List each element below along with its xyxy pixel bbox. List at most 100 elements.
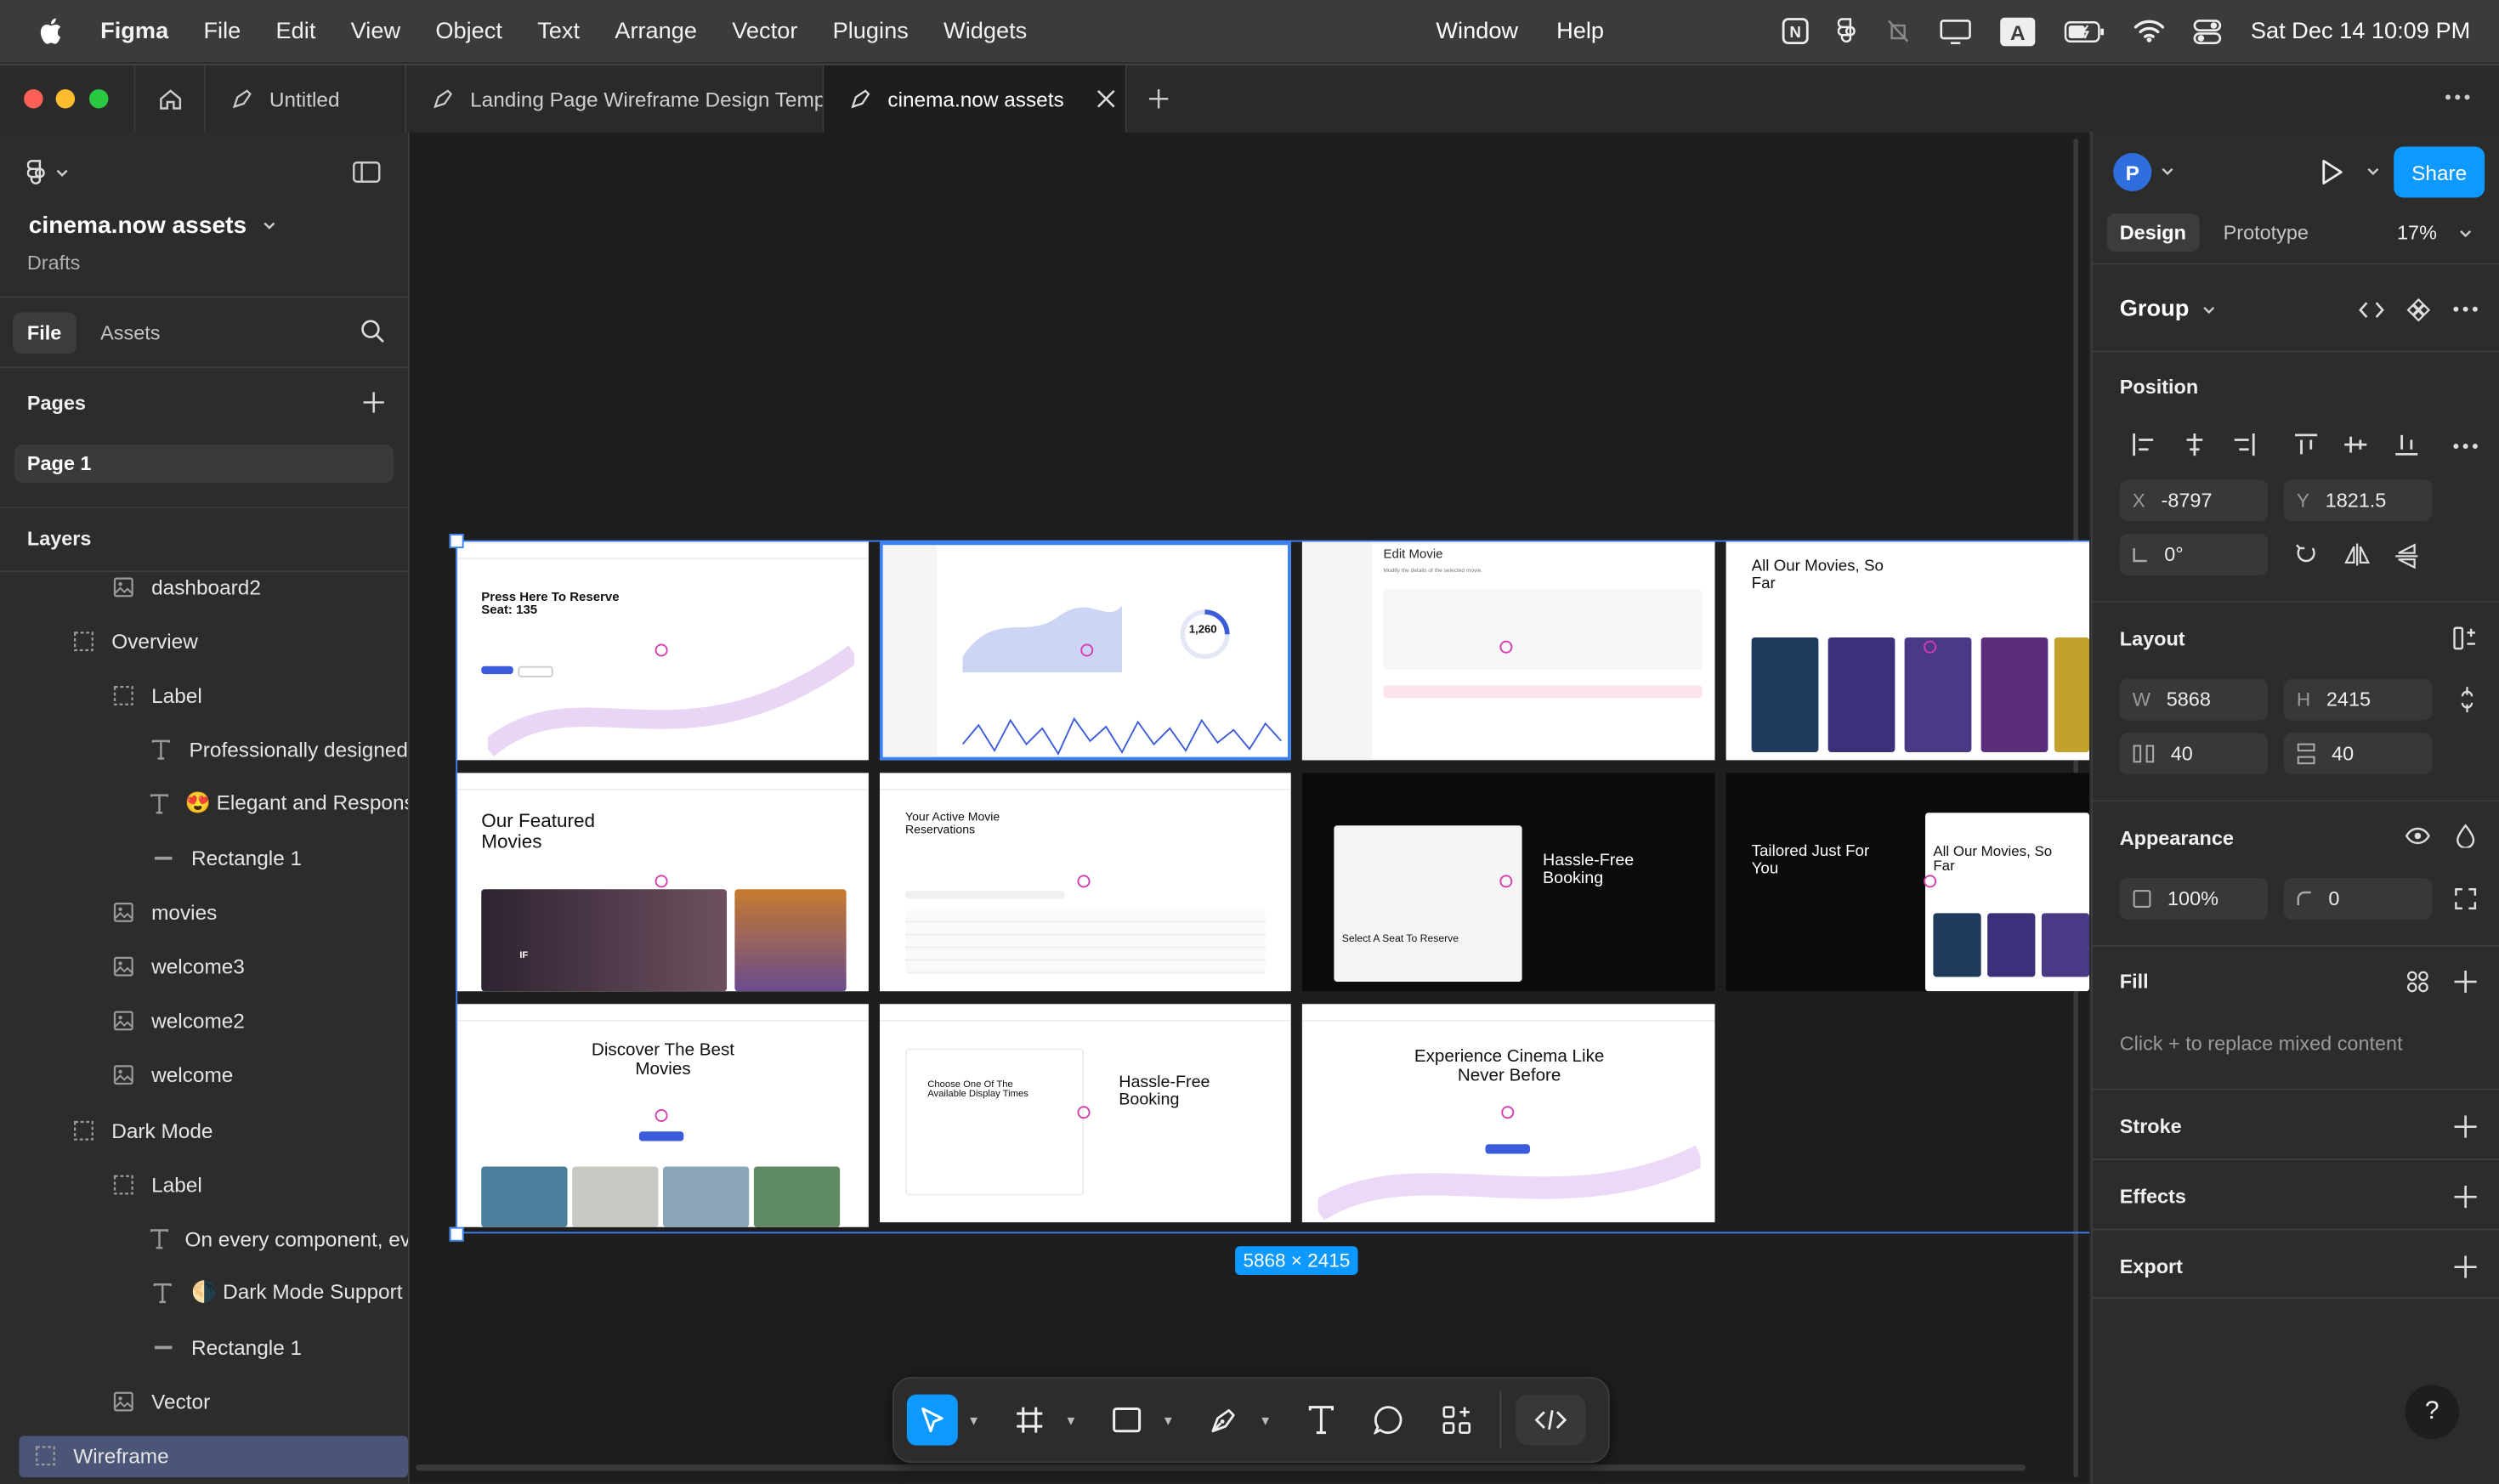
user-avatar[interactable]: P (2113, 153, 2152, 191)
new-tab-button[interactable] (1125, 65, 1189, 133)
frame-discover-movies[interactable]: Discover The Best Movies (456, 1004, 869, 1227)
figma-tray-icon[interactable] (1838, 18, 1857, 45)
more-options-icon[interactable] (2453, 443, 2479, 450)
file-name-button[interactable]: cinema.now assets (29, 212, 275, 239)
search-layers-icon[interactable] (360, 319, 386, 344)
main-menu-button[interactable] (26, 160, 69, 187)
x-position-field[interactable]: X -8797 (2119, 479, 2269, 522)
corner-radius-field[interactable]: 0 (2283, 878, 2433, 920)
actions-tool[interactable] (1431, 1395, 1482, 1446)
layer-row[interactable]: dashboard2 (0, 559, 408, 614)
frame-active-reservations[interactable]: Your Active Movie Reservations (880, 773, 1291, 992)
layer-row[interactable]: Label (0, 668, 408, 722)
menu-widgets[interactable]: Widgets (944, 19, 1027, 44)
selection-handle[interactable] (449, 1226, 464, 1242)
frame-all-movies[interactable]: All Our Movies, So Far (1726, 541, 2090, 761)
layer-row[interactable]: Rectangle 1 (0, 1320, 408, 1374)
layer-row[interactable]: Vector (0, 1374, 408, 1429)
chevron-down-icon[interactable] (2366, 167, 2379, 176)
frame-hassle-free-dark[interactable]: Select A Seat To Reserve Hassle-Free Boo… (1301, 773, 1715, 992)
auto-layout-icon[interactable] (2453, 626, 2477, 650)
align-left-icon[interactable] (2133, 433, 2155, 456)
code-icon[interactable] (2359, 301, 2384, 319)
notion-icon[interactable]: N (1782, 18, 1810, 45)
width-field[interactable]: W 5868 (2119, 678, 2269, 721)
horizontal-scrollbar[interactable] (416, 1464, 2026, 1471)
toggle-sidebar-icon[interactable] (352, 161, 381, 183)
frame-tool[interactable] (1004, 1395, 1055, 1446)
clock[interactable]: Sat Dec 14 10:09 PM (2251, 19, 2470, 44)
layer-row[interactable]: Overview (0, 614, 408, 668)
display-icon[interactable] (1940, 19, 1972, 44)
y-position-field[interactable]: Y 1821.5 (2283, 479, 2433, 522)
menu-text[interactable]: Text (537, 19, 580, 44)
share-button[interactable]: Share (2394, 146, 2485, 198)
chevron-down-icon[interactable]: ▼ (1259, 1413, 1272, 1428)
layer-row[interactable]: welcome (0, 1049, 408, 1103)
eye-icon[interactable] (2405, 827, 2430, 845)
minimize-window-button[interactable] (55, 89, 76, 109)
dev-mode-toggle[interactable] (1516, 1394, 1586, 1446)
close-window-button[interactable] (24, 89, 43, 109)
menu-arrange[interactable]: Arrange (615, 19, 697, 44)
align-center-v-icon[interactable] (2344, 433, 2367, 456)
layer-row[interactable]: movies (0, 886, 408, 940)
apple-menu-icon[interactable] (38, 18, 62, 45)
frame-experience-cinema[interactable]: Experience Cinema Like Never Before (1301, 1004, 1715, 1223)
frame-dashboard[interactable]: 1,260 (880, 541, 1291, 761)
pen-tool[interactable] (1198, 1395, 1250, 1446)
independent-corners-icon[interactable] (2455, 887, 2477, 909)
menu-plugins[interactable]: Plugins (833, 19, 909, 44)
zoom-level[interactable]: 17% (2397, 222, 2437, 244)
frame-edit-movie[interactable]: Edit Movie Modify the details of the sel… (1301, 541, 1715, 761)
menu-help[interactable]: Help (1556, 19, 1604, 44)
tab-prototype[interactable]: Prototype (2224, 222, 2309, 244)
flip-vertical-icon[interactable] (2395, 543, 2418, 569)
menu-window[interactable]: Window (1436, 19, 1518, 44)
layer-row[interactable]: Wireframe (19, 1435, 408, 1477)
help-button[interactable]: ? (2405, 1385, 2460, 1440)
menu-object[interactable]: Object (435, 19, 502, 44)
add-effect-icon[interactable] (2454, 1186, 2477, 1209)
opacity-field[interactable]: 100% (2119, 878, 2269, 920)
chevron-down-icon[interactable]: ▼ (1065, 1413, 1078, 1428)
frame-hassle-free-light[interactable]: Choose One Of The Available Display Time… (880, 1004, 1291, 1223)
frame-reserve-seat[interactable]: Press Here To Reserve Seat: 135 (456, 541, 869, 761)
more-options-icon[interactable] (2445, 94, 2470, 101)
align-top-icon[interactable] (2295, 433, 2318, 456)
rotation-field[interactable]: 0° (2119, 534, 2269, 575)
layer-row[interactable]: 🌗 Dark Mode Support (0, 1266, 408, 1320)
tab-design[interactable]: Design (2106, 213, 2199, 252)
layer-row[interactable]: Dark Mode (0, 1103, 408, 1158)
more-options-icon[interactable] (2453, 306, 2479, 313)
add-stroke-icon[interactable] (2454, 1115, 2477, 1138)
layer-row[interactable]: Professionally designed (0, 722, 408, 777)
add-page-icon[interactable] (363, 392, 384, 413)
tab-landing-page[interactable]: Landing Page Wireframe Design Temp (405, 65, 823, 133)
chevron-down-icon[interactable] (2459, 229, 2472, 238)
home-tab[interactable] (133, 65, 205, 133)
menu-edit[interactable]: Edit (276, 19, 316, 44)
styles-grid-icon[interactable] (2406, 971, 2428, 993)
layer-row[interactable]: 😍 Elegant and Responsi (0, 777, 408, 831)
battery-icon[interactable] (2064, 20, 2105, 42)
vertical-gap-field[interactable]: 40 (2283, 733, 2433, 775)
menu-view[interactable]: View (351, 19, 400, 44)
blend-drop-icon[interactable] (2456, 824, 2475, 848)
selection-handle[interactable] (449, 534, 464, 548)
canvas[interactable]: Press Here To Reserve Seat: 135 1,260 Ed… (409, 132, 2090, 1484)
layer-row[interactable]: welcome2 (0, 994, 408, 1049)
component-icon[interactable] (2406, 297, 2431, 322)
comment-tool[interactable] (1363, 1395, 1414, 1446)
frame-featured-movies[interactable]: Our Featured Movies IF (456, 773, 869, 992)
menu-vector[interactable]: Vector (732, 19, 797, 44)
app-menu[interactable]: Figma (100, 19, 168, 44)
selection-type-dropdown[interactable]: Group (2120, 297, 2215, 322)
move-tool[interactable] (906, 1394, 958, 1446)
chevron-down-icon[interactable] (2162, 167, 2174, 176)
chevron-down-icon[interactable]: ▼ (967, 1413, 980, 1428)
shape-tool[interactable] (1102, 1395, 1153, 1446)
align-bottom-icon[interactable] (2395, 433, 2418, 456)
tab-file[interactable]: File (13, 312, 76, 354)
frame-tailored-dark[interactable]: Tailored Just For You All Our Movies, So… (1726, 773, 2090, 992)
